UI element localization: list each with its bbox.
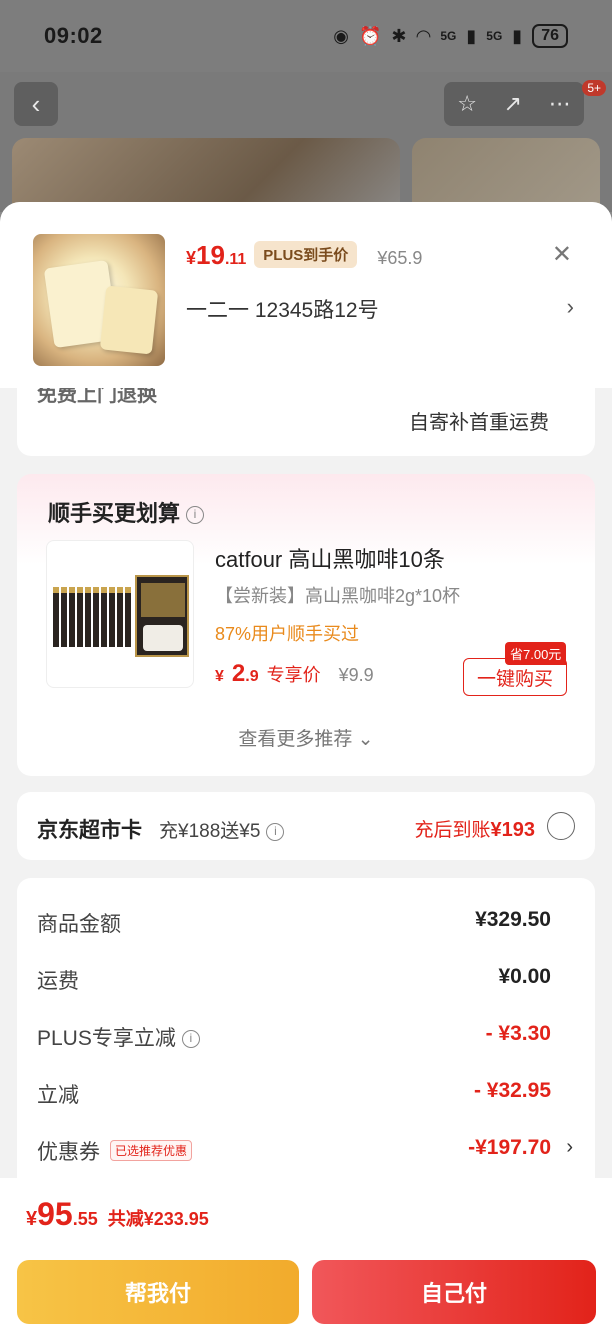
- battery-icon: 76: [532, 24, 568, 48]
- bottom-bar: ¥95.55 共减¥233.95 帮我付 自己付: [0, 1178, 612, 1344]
- supermarket-card-title: 京东超市卡: [37, 819, 142, 842]
- plus-price-tag: PLUS到手价: [254, 241, 358, 268]
- bluetooth-icon: ✱: [391, 25, 407, 46]
- supermarket-card: 京东超市卡 充¥188送¥5 i 充后到账¥193: [17, 792, 595, 860]
- share-icon[interactable]: ↗: [504, 91, 522, 117]
- back-icon[interactable]: ‹: [14, 82, 58, 126]
- help-pay-button[interactable]: 帮我付: [17, 1260, 299, 1324]
- chevron-right-icon[interactable]: ›: [566, 1136, 573, 1159]
- price-row: ¥19.11 PLUS到手价 ¥65.9: [186, 240, 422, 272]
- star-icon[interactable]: ☆: [457, 91, 477, 117]
- top-actions: ☆ ↗ ⋯: [444, 82, 584, 126]
- info-icon[interactable]: i: [181, 1030, 200, 1049]
- signal-icon: 5G: [440, 29, 457, 43]
- coupon-row[interactable]: 优惠券 已选推荐优惠 -¥197.70 ›: [37, 1130, 575, 1170]
- more-recommendations-link[interactable]: 查看更多推荐 ⌄: [17, 724, 595, 751]
- supermarket-card-radio[interactable]: [547, 812, 575, 840]
- self-pay-button[interactable]: 自己付: [312, 1260, 596, 1324]
- save-badge: 省7.00元: [505, 642, 567, 665]
- recommend-price: ¥2.9 专享价 ¥9.9: [215, 660, 374, 687]
- shipping-note: 自寄补首重运费: [409, 412, 549, 434]
- summary-row: 立减 - ¥32.95: [37, 1079, 551, 1107]
- checkout-sheet: ¥19.11 PLUS到手价 ¥65.9 ✕ 一二一 12345路12号 › 免…: [0, 202, 612, 1344]
- status-icons: ◉ ⏰ ✱ ◠ 5G ▮ 5G ▮ 76: [333, 24, 568, 48]
- total-saved: 共减¥233.95: [107, 1209, 209, 1229]
- info-icon[interactable]: i: [186, 506, 205, 525]
- summary-row: 运费 ¥0.00: [37, 965, 551, 993]
- recommend-product-spec: 【尝新装】高山黑咖啡2g*10杯: [215, 586, 461, 606]
- delivery-address[interactable]: 一二一 12345路12号: [186, 294, 379, 324]
- supermarket-card-offer: 充¥188送¥5 i: [159, 816, 285, 843]
- info-icon[interactable]: i: [266, 822, 285, 841]
- signal-bars-icon-2: ▮: [512, 25, 523, 46]
- signal-bars-icon: ▮: [466, 25, 477, 46]
- recommend-product-image[interactable]: [46, 540, 194, 688]
- more-icon[interactable]: ⋯: [549, 91, 571, 117]
- background-page: ‹ ☆ ↗ ⋯ 5+: [0, 72, 612, 238]
- wifi-icon: ◠: [416, 25, 431, 46]
- recommend-title: 顺手买更划算 i: [48, 496, 205, 528]
- summary-row: 商品金额 ¥329.50: [37, 908, 551, 936]
- recommend-social-proof: 87%用户顺手买过: [215, 624, 360, 644]
- close-icon[interactable]: ✕: [552, 240, 572, 269]
- sheet-header: ¥19.11 PLUS到手价 ¥65.9 ✕ 一二一 12345路12号 ›: [0, 202, 612, 388]
- message-badge: 5+: [582, 80, 606, 96]
- total-price: ¥95.55 共减¥233.95: [26, 1196, 209, 1232]
- eye-icon: ◉: [333, 25, 349, 46]
- status-time: 09:02: [44, 23, 103, 48]
- exclusive-label: 专享价: [266, 665, 321, 685]
- status-bar: 09:02 ◉ ⏰ ✱ ◠ 5G ▮ 5G ▮ 76: [0, 0, 612, 72]
- recommend-original-price: ¥9.9: [338, 665, 374, 685]
- price: ¥19.11: [186, 240, 247, 270]
- coupon-tag: 已选推荐优惠: [110, 1139, 193, 1161]
- original-price: ¥65.9: [377, 248, 423, 268]
- alarm-icon: ⏰: [359, 25, 382, 46]
- product-thumbnail: [33, 234, 165, 366]
- supermarket-card-result: 充后到账¥193: [414, 819, 535, 841]
- chevron-right-icon[interactable]: ›: [567, 294, 574, 320]
- signal-icon-2: 5G: [486, 29, 503, 43]
- recommend-card: 顺手买更划算 i catfour 高山黑咖啡10条 【尝新装】高山黑咖啡2g*10…: [17, 474, 595, 776]
- recommend-product-name[interactable]: catfour 高山黑咖啡10条: [215, 542, 445, 574]
- summary-row: PLUS专享立减 i - ¥3.30: [37, 1022, 551, 1050]
